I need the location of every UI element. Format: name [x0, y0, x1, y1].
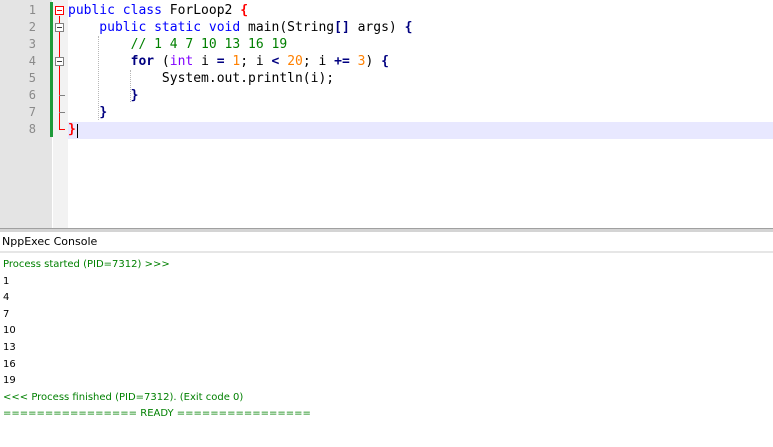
console-output-line: 7: [3, 308, 10, 320]
console-output-line: ================ READY ================: [3, 408, 311, 420]
code-line: for (int i = 1; i < 20; i += 3) {: [68, 53, 389, 70]
code-line: }: [68, 104, 107, 121]
fold-end-marker: [59, 95, 65, 96]
console-output-line: 1: [3, 275, 10, 287]
fold-collapse-icon[interactable]: [55, 23, 64, 32]
code-token: main(: [248, 20, 288, 35]
code-token: {: [240, 3, 249, 18]
text-caret: [77, 124, 78, 138]
code-line: System.out.println(i);: [68, 70, 334, 87]
code-token: ; i: [240, 54, 272, 69]
console-output[interactable]: Process started (PID=7312) >>> 1 4 7 10 13 16 1…: [0, 254, 773, 447]
fold-collapse-icon[interactable]: [55, 57, 64, 66]
code-token: String: [287, 20, 335, 35]
code-token: int: [169, 54, 194, 69]
code-token: i: [193, 54, 217, 69]
code-line: public class ForLoop2 {: [68, 2, 248, 19]
line-number: 5: [28, 71, 36, 85]
code-editor[interactable]: 1 2 3 4 5 6 7 8 public class ForLoop2 { public …: [0, 0, 773, 228]
line-number-gutter: 1 2 3 4 5 6 7 8: [0, 0, 52, 228]
code-token: ; i: [302, 54, 335, 69]
code-token: for: [130, 54, 155, 69]
line-number: 1: [28, 3, 36, 17]
code-token: {: [404, 20, 413, 35]
console-output-line: 16: [3, 358, 16, 370]
code-token: public class: [68, 3, 170, 18]
code-token: ForLoop2: [169, 3, 241, 18]
console-output-line: 4: [3, 292, 10, 304]
line-number: 8: [28, 122, 36, 136]
code-token: }: [130, 88, 139, 103]
code-token: public static void: [68, 20, 249, 35]
console-output-line: 10: [3, 325, 16, 337]
code-token: 20: [287, 54, 303, 69]
code-token: ): [365, 54, 382, 69]
line-number: 3: [28, 37, 36, 51]
code-line: }: [68, 121, 76, 138]
code-token: }: [68, 122, 76, 137]
code-line: public static void main(String[] args) {: [68, 19, 412, 36]
line-number: 6: [28, 88, 36, 102]
code-token: // 1 4 7 10 13 16 19: [68, 37, 288, 52]
line-number: 7: [28, 105, 36, 119]
console-header-separator: [0, 251, 773, 253]
console-output-line: Process started (PID=7312) >>>: [3, 259, 170, 270]
code-token: (: [154, 54, 170, 69]
console-output-line: 13: [3, 342, 16, 353]
code-token: =: [216, 54, 225, 69]
console-output-line: 19: [3, 375, 16, 387]
fold-collapse-icon[interactable]: [55, 6, 64, 15]
code-token: }: [99, 105, 108, 120]
line-number: 2: [28, 20, 36, 34]
code-text-area[interactable]: public class ForLoop2 { public static vo…: [68, 0, 773, 228]
line-number: 4: [28, 54, 36, 68]
code-token: System.out.println(i);: [68, 71, 335, 86]
code-token: args): [349, 20, 405, 35]
fold-end-marker: [59, 112, 65, 113]
code-token: []: [334, 20, 350, 35]
fold-end-marker: [59, 129, 65, 130]
code-token: {: [381, 54, 389, 69]
code-token: +=: [334, 54, 350, 69]
console-output-line: <<< Process finished (PID=7312). (Exit c…: [3, 391, 244, 403]
console-title: NppExec Console: [0, 232, 773, 252]
fold-margin[interactable]: [53, 0, 68, 228]
code-line: // 1 4 7 10 13 16 19: [68, 36, 288, 53]
code-line: }: [68, 87, 139, 104]
